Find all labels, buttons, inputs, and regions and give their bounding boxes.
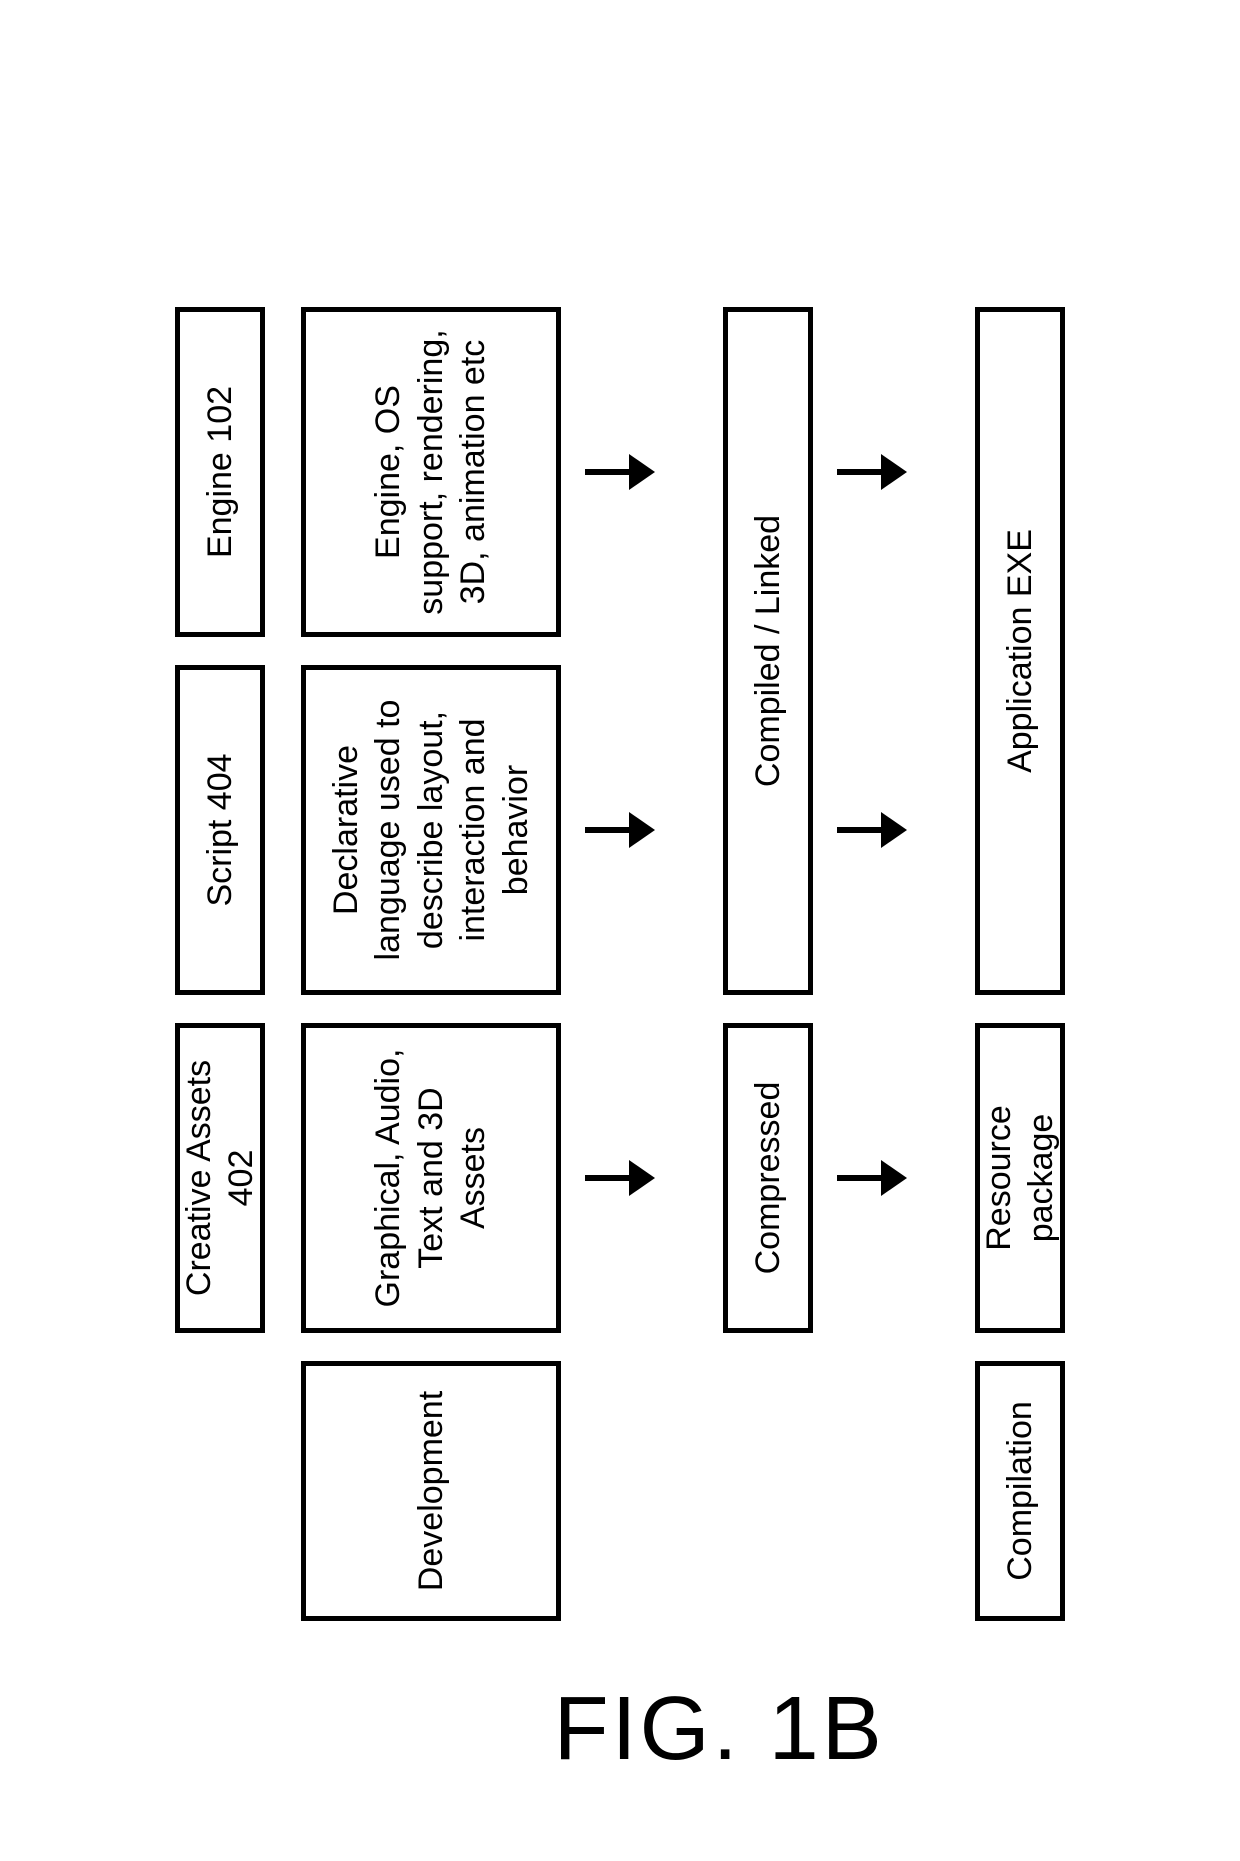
figure-label: FIG. 1B xyxy=(554,1678,885,1781)
header-creative-assets: Creative Assets 402 xyxy=(175,1023,265,1333)
arrow-down-icon xyxy=(597,1023,687,1333)
desc-script: Declarative language used to describe la… xyxy=(301,665,561,995)
diagram-container: Creative Assets 402 Script 404 Engine 10… xyxy=(175,241,1065,1621)
stage-compilation: Compilation xyxy=(975,1361,1065,1621)
process-compiled-linked: Compiled / Linked xyxy=(723,307,813,995)
arrow-down-icon xyxy=(597,307,687,637)
arrow-down-icon xyxy=(849,307,939,637)
output-resource-package: Resource package xyxy=(975,1023,1065,1333)
desc-assets: Graphical, Audio, Text and 3D Assets xyxy=(301,1023,561,1333)
output-application-exe: Application EXE xyxy=(975,307,1065,995)
header-engine: Engine 102 xyxy=(175,307,265,637)
stage-development: Development xyxy=(301,1361,561,1621)
arrow-down-icon xyxy=(849,665,939,995)
arrow-down-icon xyxy=(849,1023,939,1333)
flowchart-grid: Creative Assets 402 Script 404 Engine 10… xyxy=(175,241,1065,1621)
header-script: Script 404 xyxy=(175,665,265,995)
process-compressed: Compressed xyxy=(723,1023,813,1333)
desc-engine: Engine, OS support, rendering, 3D, anima… xyxy=(301,307,561,637)
arrow-down-icon xyxy=(597,665,687,995)
